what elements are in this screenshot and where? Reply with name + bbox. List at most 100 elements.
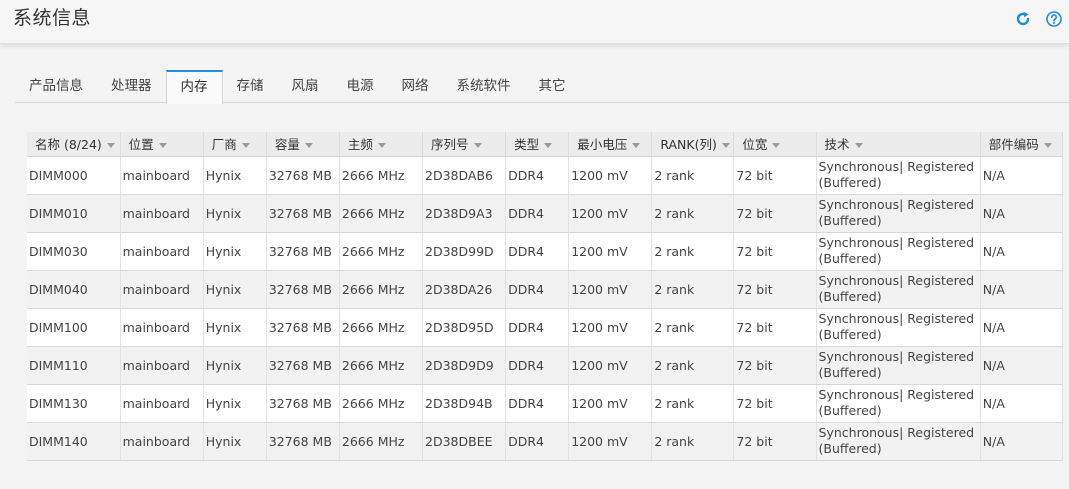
cell-capacity: 32768 MB: [266, 232, 340, 271]
cell-location: mainboard: [120, 270, 204, 309]
memory-table: 名称 (8/24) 位置 厂商 容量 主频 序列号 类型 最小电压 RANK(列…: [27, 132, 1064, 461]
caret-down-icon[interactable]: [721, 143, 730, 149]
cell-technology: Synchronous| Registered (Buffered): [816, 156, 981, 195]
table-row[interactable]: DIMM110 mainboard Hynix 32768 MB 2666 MHz 2D3…: [27, 346, 1064, 385]
cell-part-number: N/A: [980, 346, 1064, 385]
cell-capacity: 32768 MB: [266, 308, 340, 347]
cell-bit-width: 72 bit: [733, 346, 817, 385]
column-header-label: 厂商: [211, 137, 237, 153]
tab-system-software[interactable]: 系统软件: [443, 70, 525, 103]
tab-power[interactable]: 电源: [333, 70, 388, 103]
caret-down-icon[interactable]: [377, 143, 386, 149]
caret-down-icon[interactable]: [1043, 143, 1052, 149]
column-header-type[interactable]: 类型: [505, 132, 570, 157]
cell-vendor: Hynix: [203, 270, 267, 309]
cell-capacity: 32768 MB: [266, 194, 340, 233]
cell-name: DIMM130: [27, 384, 121, 423]
caret-down-icon[interactable]: [241, 143, 250, 149]
cell-rank: 2 rank: [651, 194, 735, 233]
cell-bit-width: 72 bit: [733, 232, 817, 271]
cell-rank: 2 rank: [651, 308, 735, 347]
cell-vendor: Hynix: [203, 232, 267, 271]
column-header-frequency[interactable]: 主频: [339, 132, 424, 157]
cell-name: DIMM030: [27, 232, 121, 271]
cell-serial: 2D38D94B: [422, 384, 507, 423]
cell-frequency: 2666 MHz: [339, 384, 424, 423]
cell-vendor: Hynix: [203, 308, 267, 347]
cell-rank: 2 rank: [651, 156, 735, 195]
cell-frequency: 2666 MHz: [339, 270, 424, 309]
tab-processor[interactable]: 处理器: [97, 70, 166, 103]
cell-part-number: N/A: [980, 156, 1064, 195]
column-header-label: 技术: [824, 137, 850, 153]
column-header-vendor[interactable]: 厂商: [203, 132, 267, 157]
caret-down-icon[interactable]: [158, 143, 167, 149]
table-row[interactable]: DIMM010 mainboard Hynix 32768 MB 2666 MHz 2D3…: [27, 194, 1064, 233]
cell-min-voltage: 1200 mV: [568, 156, 653, 195]
cell-part-number: N/A: [980, 422, 1064, 461]
cell-min-voltage: 1200 mV: [568, 346, 653, 385]
help-icon[interactable]: [1046, 11, 1062, 27]
cell-frequency: 2666 MHz: [339, 308, 424, 347]
cell-type: DDR4: [505, 270, 570, 309]
cell-type: DDR4: [505, 308, 570, 347]
page-title: 系统信息: [13, 7, 92, 29]
cell-technology: Synchronous| Registered (Buffered): [816, 194, 981, 233]
cell-frequency: 2666 MHz: [339, 232, 424, 271]
table-row[interactable]: DIMM000 mainboard Hynix 32768 MB 2666 MHz 2D3…: [27, 156, 1064, 195]
caret-down-icon[interactable]: [304, 143, 313, 149]
caret-down-icon[interactable]: [473, 143, 482, 149]
tab-memory[interactable]: 内存: [165, 70, 223, 104]
cell-name: DIMM040: [27, 270, 121, 309]
cell-location: mainboard: [120, 308, 204, 347]
column-header-part-number[interactable]: 部件编码: [980, 132, 1064, 157]
column-header-technology[interactable]: 技术: [816, 132, 981, 157]
cell-rank: 2 rank: [651, 232, 735, 271]
caret-down-icon[interactable]: [772, 143, 781, 149]
refresh-icon[interactable]: [1015, 11, 1031, 27]
cell-bit-width: 72 bit: [733, 194, 817, 233]
column-header-rank[interactable]: RANK(列): [651, 132, 735, 157]
caret-down-icon[interactable]: [632, 143, 641, 149]
cell-serial: 2D38D95D: [422, 308, 507, 347]
tab-network[interactable]: 网络: [388, 70, 443, 103]
column-header-min-voltage[interactable]: 最小电压: [568, 132, 653, 157]
cell-name: DIMM100: [27, 308, 121, 347]
tab-other[interactable]: 其它: [525, 70, 580, 103]
cell-location: mainboard: [120, 422, 204, 461]
cell-capacity: 32768 MB: [266, 156, 340, 195]
cell-technology: Synchronous| Registered (Buffered): [816, 346, 981, 385]
table-row[interactable]: DIMM130 mainboard Hynix 32768 MB 2666 MHz 2D3…: [27, 384, 1064, 423]
cell-location: mainboard: [120, 346, 204, 385]
tab-fan[interactable]: 风扇: [278, 70, 333, 103]
cell-name: DIMM000: [27, 156, 121, 195]
table-row[interactable]: DIMM030 mainboard Hynix 32768 MB 2666 MHz 2D3…: [27, 232, 1064, 271]
cell-type: DDR4: [505, 346, 570, 385]
caret-down-icon[interactable]: [854, 143, 863, 149]
table-row[interactable]: DIMM100 mainboard Hynix 32768 MB 2666 MHz 2D3…: [27, 308, 1064, 347]
column-header-label: RANK(列): [660, 137, 717, 153]
cell-frequency: 2666 MHz: [339, 346, 424, 385]
table-row[interactable]: DIMM140 mainboard Hynix 32768 MB 2666 MHz 2D3…: [27, 422, 1064, 461]
tab-bar: 产品信息 处理器 内存 存储 风扇 电源 网络 系统软件 其它: [15, 70, 1069, 104]
cell-min-voltage: 1200 mV: [568, 194, 653, 233]
column-header-bit-width[interactable]: 位宽: [733, 132, 817, 157]
cell-bit-width: 72 bit: [733, 384, 817, 423]
cell-name: DIMM140: [27, 422, 121, 461]
column-header-name[interactable]: 名称 (8/24): [27, 132, 121, 157]
caret-down-icon[interactable]: [106, 143, 115, 149]
cell-vendor: Hynix: [203, 194, 267, 233]
cell-rank: 2 rank: [651, 422, 735, 461]
cell-vendor: Hynix: [203, 346, 267, 385]
column-header-label: 部件编码: [988, 137, 1039, 153]
tab-product-info[interactable]: 产品信息: [15, 70, 97, 103]
column-header-capacity[interactable]: 容量: [266, 132, 340, 157]
column-header-serial[interactable]: 序列号: [422, 132, 507, 157]
table-row[interactable]: DIMM040 mainboard Hynix 32768 MB 2666 MHz 2D3…: [27, 270, 1064, 309]
caret-down-icon[interactable]: [544, 143, 553, 149]
cell-technology: Synchronous| Registered (Buffered): [816, 232, 981, 271]
column-header-location[interactable]: 位置: [120, 132, 204, 157]
tab-storage[interactable]: 存储: [223, 70, 278, 103]
page-header: 系统信息: [0, 0, 1069, 44]
cell-vendor: Hynix: [203, 156, 267, 195]
